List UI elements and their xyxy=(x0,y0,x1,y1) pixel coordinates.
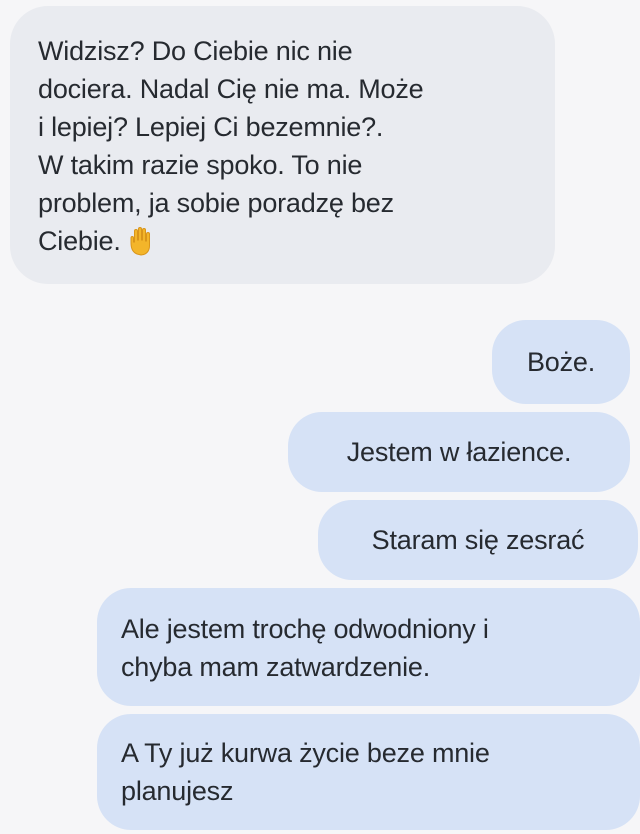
message-line: i lepiej? Lepiej Ci bezemnie?. xyxy=(38,112,384,142)
message-line: W takim razie spoko. To nie xyxy=(38,150,363,180)
sent-message-bubble[interactable]: Boże. xyxy=(492,320,630,404)
message-text: Staram się zesrać xyxy=(371,525,585,555)
message-line: dociera. Nadal Cię nie ma. Może xyxy=(38,74,424,104)
message-text: Boże. xyxy=(526,347,596,377)
sent-message-bubble[interactable]: Staram się zesrać xyxy=(318,500,638,580)
sent-message-bubble[interactable]: Jestem w łazience. xyxy=(288,412,630,492)
message-line: chyba mam zatwardzenie. xyxy=(121,652,431,682)
message-line: planujesz xyxy=(121,776,234,806)
sent-message-bubble[interactable]: A Ty już kurwa życie beze mnie planujesz xyxy=(97,714,640,830)
message-line: Ale jestem trochę odwodniony i xyxy=(121,614,489,644)
message-line: problem, ja sobie poradzę bez xyxy=(38,188,394,218)
received-message-bubble[interactable]: Widzisz? Do Ciebie nic nie dociera. Nada… xyxy=(10,6,555,284)
message-line: A Ty już kurwa życie beze mnie xyxy=(121,738,490,768)
chat-thread: Widzisz? Do Ciebie nic nie dociera. Nada… xyxy=(0,0,640,834)
sent-message-bubble[interactable]: Ale jestem trochę odwodniony i chyba mam… xyxy=(97,588,640,706)
message-line-last: Ciebie. xyxy=(38,222,527,260)
message-text: Jestem w łazience. xyxy=(346,437,572,467)
message-line: Widzisz? Do Ciebie nic nie xyxy=(38,36,353,66)
raised-hand-icon xyxy=(129,226,155,256)
message-text: Ciebie. xyxy=(38,226,121,256)
